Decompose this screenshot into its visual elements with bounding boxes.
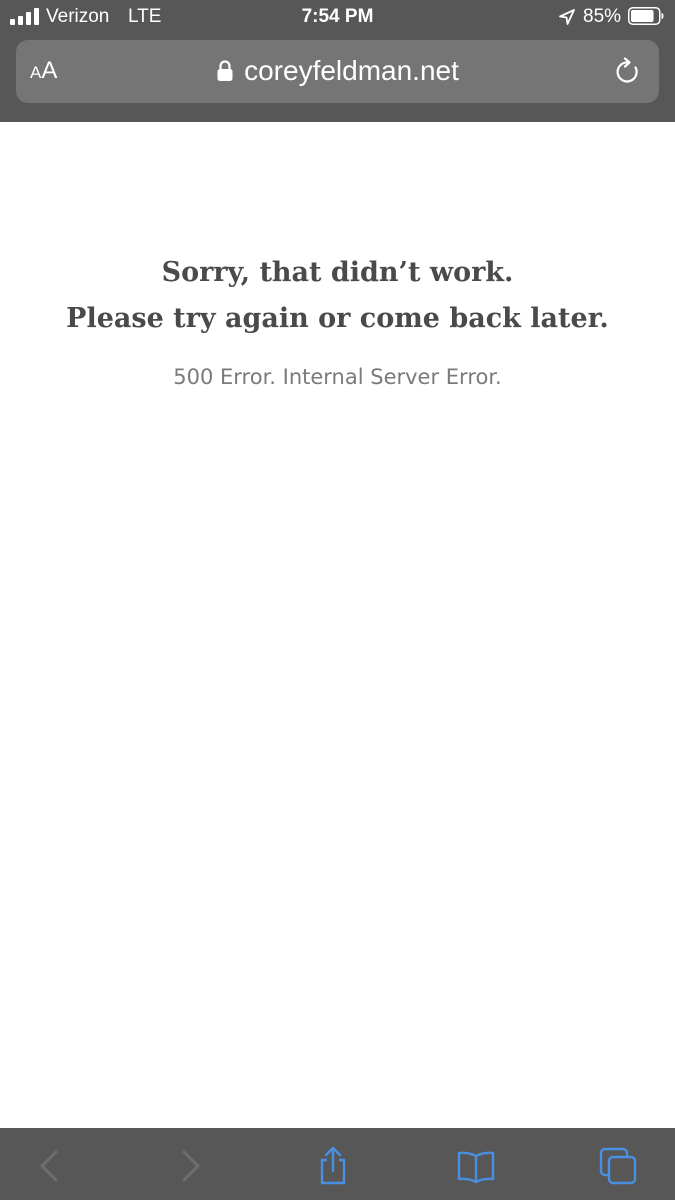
browser-top-chrome: Verizon LTE 7:54 PM 85% AA coreyfeldman.…: [0, 0, 675, 122]
url-text: coreyfeldman.net: [244, 55, 459, 86]
error-heading-line-2: Please try again or come back later.: [66, 303, 609, 334]
bookmarks-icon[interactable]: [456, 1146, 496, 1186]
battery-percentage: 85%: [583, 6, 622, 27]
share-icon[interactable]: [313, 1146, 353, 1186]
web-page-content: Sorry, that didn’t work. Please try agai…: [0, 122, 675, 1128]
reload-icon[interactable]: [613, 57, 643, 87]
url-field[interactable]: coreyfeldman.net: [16, 52, 659, 90]
address-bar[interactable]: AA coreyfeldman.net: [16, 40, 659, 103]
forward-icon[interactable]: [170, 1146, 210, 1186]
location-arrow-icon: [559, 9, 575, 25]
browser-toolbar: [0, 1128, 675, 1200]
lock-icon: [217, 60, 233, 81]
tabs-icon[interactable]: [598, 1146, 638, 1186]
error-heading: Sorry, that didn’t work. Please try agai…: [0, 250, 675, 342]
battery-icon: [628, 7, 664, 25]
back-icon[interactable]: [30, 1146, 70, 1186]
status-bar: Verizon LTE 7:54 PM 85%: [0, 0, 675, 36]
error-detail-text: 500 Error. Internal Server Error.: [173, 365, 502, 389]
error-heading-line-1: Sorry, that didn’t work.: [161, 257, 514, 288]
